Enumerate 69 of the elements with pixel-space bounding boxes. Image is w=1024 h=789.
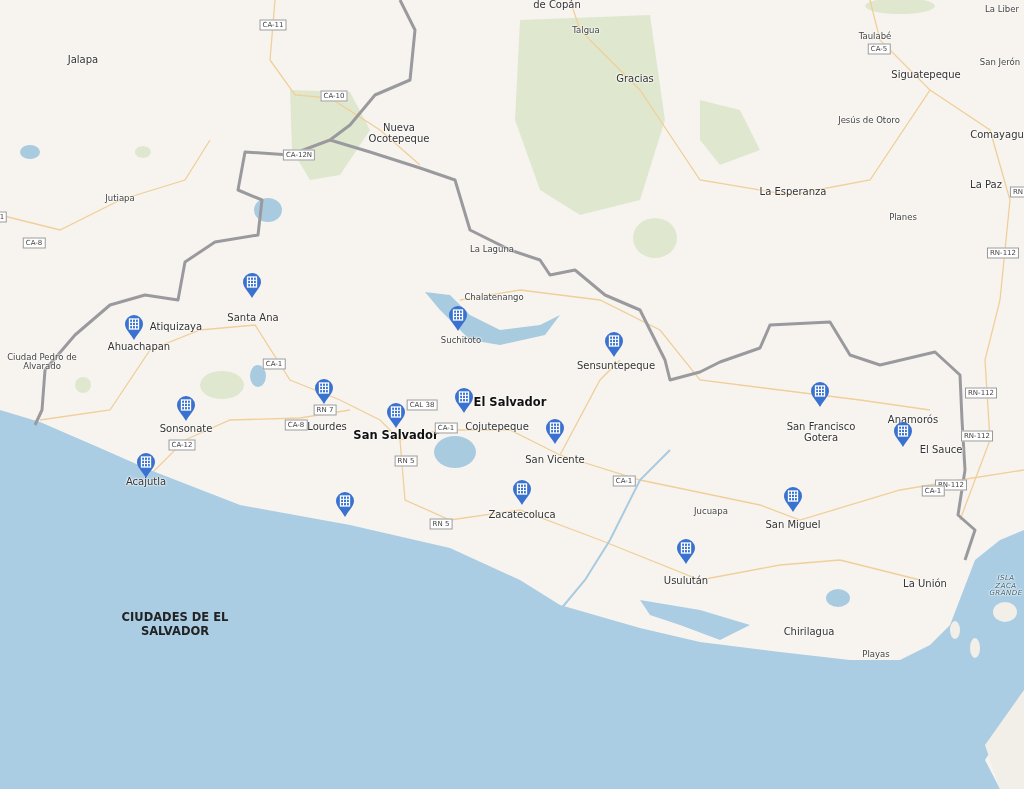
place-label: Suchitoto — [440, 336, 482, 346]
island — [970, 638, 980, 658]
building-pin-icon[interactable] — [893, 421, 913, 447]
place-label: Talgua — [572, 26, 600, 36]
place-label: Sonsonate — [159, 422, 213, 434]
map-title: CIUDADES DE EL SALVADOR — [120, 609, 230, 639]
place-label: Anamorós — [887, 413, 939, 425]
forest-area — [200, 371, 244, 399]
building-pin-icon[interactable] — [545, 418, 565, 444]
place-label: Nueva Ocotepeque — [367, 122, 431, 144]
island — [950, 621, 960, 639]
place-label: de Copán — [533, 0, 581, 10]
building-pin-icon[interactable] — [242, 272, 262, 298]
place-label: Cojutepeque — [465, 420, 529, 432]
place-label: Jesús de Otoro — [838, 116, 900, 126]
lake — [250, 365, 266, 387]
place-label: Lourdes — [307, 420, 347, 432]
forest-area — [75, 377, 91, 393]
place-label: Usulután — [663, 574, 709, 586]
place-label: Ahuachapan — [107, 340, 171, 352]
place-label: El Sauce — [919, 443, 963, 455]
place-label: Chirilagua — [783, 625, 835, 637]
building-pin-icon[interactable] — [335, 491, 355, 517]
place-label: Chalatenango — [464, 293, 524, 303]
building-pin-icon[interactable] — [454, 387, 474, 413]
island — [993, 602, 1017, 622]
place-label: Zacatecoluca — [488, 508, 556, 520]
building-pin-icon[interactable] — [124, 314, 144, 340]
building-pin-icon[interactable] — [136, 452, 156, 478]
place-label: Santa Ana — [227, 311, 279, 323]
place-label: La Laguna — [470, 245, 514, 255]
building-pin-icon[interactable] — [314, 378, 334, 404]
forest-area — [633, 218, 677, 258]
place-label: Gracias — [616, 72, 654, 84]
place-label: San Miguel — [765, 518, 821, 530]
lake — [254, 198, 282, 222]
place-label: La Liber — [985, 5, 1019, 15]
place-label: Planes — [889, 213, 917, 223]
forest-area — [865, 0, 935, 14]
building-pin-icon[interactable] — [604, 331, 624, 357]
place-label: San Jerón — [979, 58, 1021, 68]
forest-area — [700, 100, 760, 165]
building-pin-icon[interactable] — [386, 402, 406, 428]
building-pin-icon[interactable] — [810, 381, 830, 407]
building-pin-icon[interactable] — [448, 305, 468, 331]
place-label: La Esperanza — [759, 185, 827, 197]
place-label: Sensuntepeque — [576, 359, 656, 371]
place-label: La Paz — [970, 178, 1002, 190]
place-label: Taulabé — [858, 32, 892, 42]
building-pin-icon[interactable] — [676, 538, 696, 564]
place-label: Jucuapa — [694, 507, 728, 517]
place-label: Ciudad Pedro de Alvarado — [7, 352, 77, 372]
place-label: Jutiapa — [105, 194, 135, 204]
place-label: San Vicente — [525, 453, 585, 465]
building-pin-icon[interactable] — [783, 486, 803, 512]
place-label: Acajutla — [125, 475, 167, 487]
place-label: Siguatepeque — [891, 68, 961, 80]
place-label: La Unión — [903, 577, 947, 589]
forest-area — [135, 146, 151, 158]
building-pin-icon[interactable] — [512, 479, 532, 505]
country-label: El Salvador — [473, 395, 547, 409]
place-label: Jalapa — [67, 53, 99, 65]
lake — [826, 589, 850, 607]
place-label: Playas — [862, 650, 890, 660]
place-label: Comayagu — [970, 128, 1024, 140]
building-pin-icon[interactable] — [176, 395, 196, 421]
place-label: Atiquizaya — [149, 320, 203, 332]
lake — [20, 145, 40, 159]
place-label: San Francisco Gotera — [785, 421, 857, 443]
